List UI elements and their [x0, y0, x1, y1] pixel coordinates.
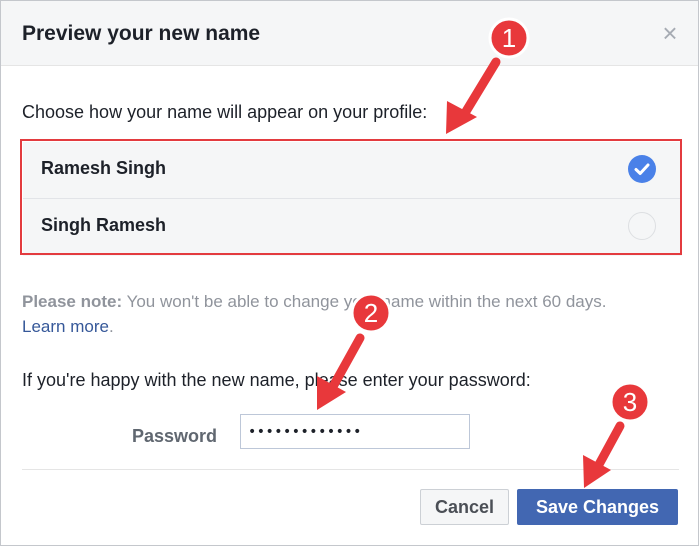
password-input[interactable]	[240, 414, 470, 449]
cancel-button[interactable]: Cancel	[420, 489, 509, 525]
save-changes-button[interactable]: Save Changes	[517, 489, 678, 525]
password-label: Password	[132, 426, 218, 446]
name-choice-prompt: Choose how your name will appear on your…	[22, 102, 428, 122]
footer-divider	[22, 469, 679, 470]
options-highlight-box	[20, 139, 682, 255]
learn-more-link[interactable]: Learn more	[22, 317, 109, 336]
dialog-title: Preview your new name	[22, 22, 261, 45]
name-preview-dialog: Preview your new name × Choose how your …	[0, 0, 699, 546]
note-heading: Please note:	[22, 292, 123, 311]
name-change-note: Please note: You won't be able to change…	[22, 289, 682, 339]
dialog-header: Preview your new name ×	[1, 1, 698, 66]
note-period: .	[108, 317, 114, 336]
password-prompt: If you're happy with the new name, pleas…	[22, 370, 531, 390]
note-text: You won't be able to change your name wi…	[122, 292, 607, 311]
close-icon[interactable]: ×	[658, 20, 682, 46]
